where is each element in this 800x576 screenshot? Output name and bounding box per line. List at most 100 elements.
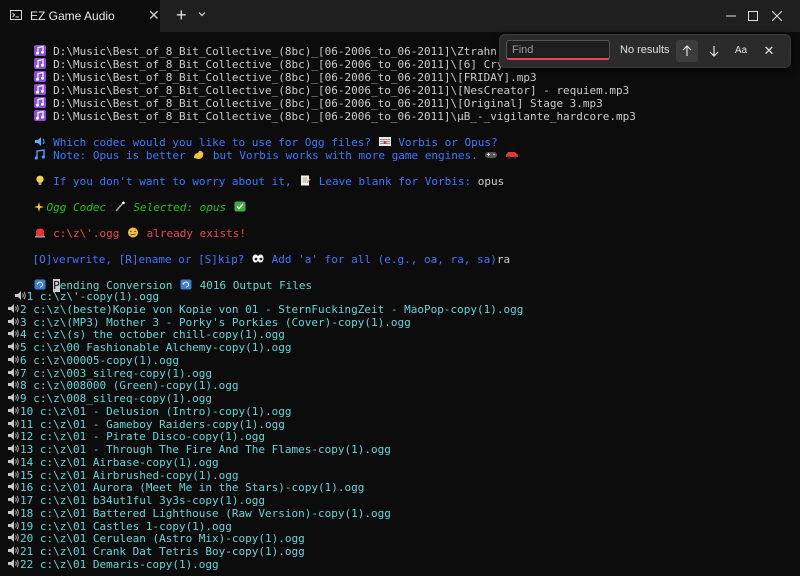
arrow-up-icon (682, 45, 692, 56)
file-path: D:\Music\Best_of_8_Bit_Collective_(8bc)_… (53, 110, 636, 123)
check-mark-icon (234, 201, 246, 212)
file-path-line: D:\Music\Best_of_8_Bit_Collective_(8bc)_… (6, 32, 523, 58)
output-file-name: 13 c:\z\01 - Through The Fire And The Fl… (20, 443, 391, 456)
output-file-name: 15 c:\z\01 Airbrushed-copy(1).ogg (20, 468, 239, 482)
close-window-icon (772, 11, 782, 21)
exists-path: c:\z\'.ogg (53, 227, 120, 240)
pending-conversion-line: Pending Conversion 4016 Output Files (6, 266, 312, 292)
tab-title: EZ Game Audio (30, 9, 115, 23)
find-status: No results (620, 44, 670, 56)
speaker-icon (8, 405, 19, 415)
light-bulb-icon (35, 175, 44, 185)
car-icon (505, 152, 518, 159)
selected-label: Selected: opus (133, 201, 227, 214)
game-controller-icon (485, 152, 498, 158)
speaker-icon (8, 367, 19, 377)
close-icon[interactable]: ✕ (148, 8, 160, 22)
hint-line: If you don't want to worry about it, Lea… (6, 162, 504, 188)
output-file-row: 5 c:\z\00 Fashionable Alchemy-copy(1).og… (6, 341, 292, 354)
confused-face-icon (127, 227, 138, 238)
music-notes-icon (34, 149, 45, 160)
overwrite-hint: Add 'a' for all (e.g., oa, ra, sa) (271, 253, 497, 266)
output-file-name: 18 c:\z\01 Battered Lighthouse (Raw Vers… (20, 506, 391, 520)
hint-answer: opus (477, 175, 505, 188)
plus-icon[interactable]: + (176, 6, 187, 24)
output-file-name: 6 c:\z\00005-copy(1).ogg (20, 353, 179, 367)
refresh-icon (180, 279, 192, 290)
arrow-down-icon (709, 46, 719, 57)
output-file-row: 13 c:\z\01 - Through The Fire And The Fl… (6, 443, 391, 456)
speaker-icon (8, 469, 19, 479)
terminal-output[interactable]: D:\Music\Best_of_8_Bit_Collective_(8bc)_… (0, 32, 800, 576)
output-file-name: 8 c:\z\008000 (Green)-copy(1).ogg (20, 379, 239, 393)
output-file-row: 6 c:\z\00005-copy(1).ogg (6, 354, 179, 367)
output-file-name: 5 c:\z\00 Fashionable Alchemy-copy(1).og… (20, 341, 292, 354)
output-file-row: 22 c:\z\01 Demaris-copy(1).ogg (6, 558, 219, 571)
close-find-icon[interactable]: ✕ (758, 40, 780, 62)
file-exists-line: c:\z\'.ogg already exists! (6, 214, 246, 240)
speaker-icon (8, 431, 19, 441)
flexed-biceps-icon (194, 150, 204, 159)
eyes-icon (252, 254, 264, 263)
output-file-row: 21 c:\z\01 Crank Dat Tetris Boy-copy(1).… (6, 545, 305, 558)
output-file-row: 2 c:\z\(beste)Kopie von Kopie von 01 - S… (6, 303, 523, 316)
chevron-down-icon[interactable] (198, 10, 206, 18)
output-file-name: 1 c:\z\'-copy(1).ogg (26, 290, 160, 303)
output-file-row: 14 c:\z\01 Airbase-copy(1).ogg (6, 456, 219, 469)
output-file-row: 4 c:\z\(s) the october chill-copy(1).ogg (6, 328, 285, 341)
note-line: Note: Opus is better but Vorbis works wi… (6, 136, 519, 162)
siren-icon (34, 228, 45, 238)
find-previous-button[interactable] (676, 40, 698, 62)
speaker-icon (14, 291, 26, 300)
file-path-line: D:\Music\Best_of_8_Bit_Collective_(8bc)_… (6, 97, 636, 123)
output-file-name: 7 c:\z\003_silreq-copy(1).ogg (20, 366, 213, 380)
output-file-name: 3 c:\z\(MP3) Mother 3 - Porky's Porkies … (20, 315, 411, 329)
speaker-icon (8, 329, 19, 339)
output-file-name: 22 c:\z\01 Demaris-copy(1).ogg (20, 557, 219, 571)
output-file-name: 14 c:\z\01 Airbase-copy(1).ogg (20, 455, 219, 469)
hint-text-b: Leave blank for Vorbis: (318, 175, 472, 188)
speaker-icon (8, 558, 19, 568)
output-file-name: 19 c:\z\01 Castles 1-copy(1).ogg (20, 519, 232, 533)
output-file-row: 20 c:\z\01 Cerulean (Astro Mix)-copy(1).… (6, 532, 305, 545)
refresh-icon (34, 279, 45, 290)
output-file-row: 15 c:\z\01 Airbrushed-copy(1).ogg (6, 469, 239, 482)
note-text-b: but Vorbis works with more game engines. (212, 149, 478, 162)
speaker-icon (8, 393, 19, 402)
output-file-row: 1 c:\z\'-copy(1).ogg (6, 290, 159, 303)
find-next-button[interactable] (703, 40, 725, 62)
speaker-icon (8, 316, 19, 326)
output-file-name: 2 c:\z\(beste)Kopie von Kopie von 01 - S… (20, 302, 524, 316)
output-file-row: 12 c:\z\01 - Pirate Disco-copy(1).ogg (6, 430, 265, 443)
output-file-row: 8 c:\z\008000 (Green)-copy(1).ogg (6, 379, 239, 392)
output-file-row: 3 c:\z\(MP3) Mother 3 - Porky's Porkies … (6, 316, 411, 329)
file-path-line: D:\Music\Best_of_8_Bit_Collective_(8bc)_… (6, 84, 603, 110)
hint-text-a: If you don't want to worry about it, (53, 175, 292, 188)
match-case-button[interactable]: Aa (730, 40, 752, 62)
overwrite-prompt-line: [O]verwrite, [R]ename or [S]kip? Add 'a'… (6, 240, 511, 266)
speaker-icon (8, 533, 19, 543)
speaker-icon (8, 456, 19, 466)
speaker-icon (8, 354, 19, 364)
file-path-line: D:\Music\Best_of_8_Bit_Collective_(8bc)_… (6, 58, 537, 84)
output-file-row: 19 c:\z\01 Castles 1-copy(1).ogg (6, 520, 232, 533)
output-file-name: 20 c:\z\01 Cerulean (Astro Mix)-copy(1).… (20, 532, 305, 546)
find-bar: No results Aa ✕ (499, 34, 791, 68)
output-file-row: 17 c:\z\01 b34ut1ful 3y3s-copy(1).ogg (6, 494, 265, 507)
overwrite-answer: ra (496, 253, 511, 266)
speaker-icon (8, 482, 19, 492)
close-window-button[interactable] (754, 0, 800, 32)
output-file-name: 11 c:\z\01 - Gameboy Raiders-copy(1).ogg (20, 417, 285, 431)
note-text-a: Note: Opus is better (53, 149, 186, 162)
find-input[interactable] (506, 40, 610, 60)
overwrite-prompt: [O]verwrite, [R]ename or [S]kip? (32, 253, 245, 266)
tab-ez-game-audio[interactable]: EZ Game Audio ✕ (0, 0, 160, 32)
title-bar: EZ Game Audio ✕ + (0, 0, 800, 32)
ogg-codec-label: Ogg Codec (46, 201, 107, 214)
output-file-row: 10 c:\z\01 - Delusion (Intro)-copy(1).og… (6, 405, 292, 418)
output-file-row: 7 c:\z\003_silreq-copy(1).ogg (6, 367, 212, 380)
output-file-name: 16 c:\z\01 Aurora (Meet Me in the Stars)… (20, 481, 365, 495)
speaker-icon (8, 520, 19, 530)
speaker-icon (8, 507, 19, 517)
output-file-name: 4 c:\z\(s) the october chill-copy(1).ogg (20, 328, 285, 342)
